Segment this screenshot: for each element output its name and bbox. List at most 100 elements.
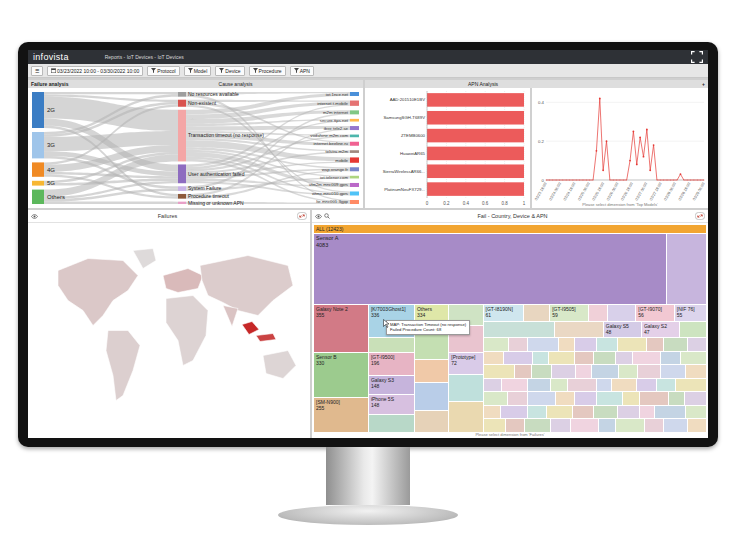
cause-node[interactable] bbox=[178, 194, 186, 199]
data-point[interactable] bbox=[659, 179, 661, 181]
apn-node[interactable] bbox=[350, 167, 359, 171]
treemap-cell[interactable] bbox=[647, 338, 663, 351]
treemap-root[interactable]: ALL (12423) bbox=[314, 225, 706, 233]
treemap-cell[interactable] bbox=[686, 365, 706, 378]
treemap-cell[interactable] bbox=[645, 419, 663, 432]
treemap-cell[interactable] bbox=[509, 338, 527, 351]
treemap-cell[interactable] bbox=[484, 338, 509, 351]
treemap-cell[interactable]: Sensor B330 bbox=[314, 353, 368, 397]
treemap-cell[interactable] bbox=[528, 338, 558, 351]
apn-node[interactable] bbox=[350, 157, 359, 162]
apn-node[interactable] bbox=[350, 176, 359, 179]
treemap-cell[interactable] bbox=[688, 419, 706, 432]
treemap-cell[interactable] bbox=[528, 379, 549, 392]
treemap-cell[interactable] bbox=[551, 419, 571, 432]
filter-button[interactable]: Protocol bbox=[147, 66, 179, 76]
treemap-cell[interactable] bbox=[559, 338, 573, 351]
fullscreen-button[interactable] bbox=[691, 51, 703, 63]
treemap-cell[interactable] bbox=[484, 379, 502, 392]
apn-node[interactable] bbox=[350, 200, 359, 204]
treemap-cell[interactable]: Galaxy Note 2355 bbox=[314, 305, 368, 352]
apn-node[interactable] bbox=[350, 135, 359, 138]
treemap-cell[interactable] bbox=[688, 338, 706, 351]
treemap-cell[interactable] bbox=[524, 305, 549, 321]
treemap-cell[interactable] bbox=[449, 375, 482, 401]
data-point[interactable] bbox=[579, 179, 581, 181]
treemap-cell[interactable]: [GT-I9505]59 bbox=[550, 305, 588, 321]
data-point[interactable] bbox=[616, 179, 618, 181]
map-region[interactable] bbox=[223, 306, 238, 327]
data-point[interactable] bbox=[569, 179, 571, 181]
map-region[interactable] bbox=[263, 351, 296, 379]
data-point[interactable] bbox=[572, 179, 574, 181]
treemap-cell[interactable] bbox=[637, 379, 657, 392]
cause-node[interactable] bbox=[178, 186, 186, 191]
apn-node[interactable] bbox=[350, 92, 359, 96]
treemap-cell[interactable] bbox=[502, 379, 527, 392]
eye-icon[interactable] bbox=[31, 214, 38, 219]
treemap-cell[interactable] bbox=[571, 419, 598, 432]
treemap-cell[interactable] bbox=[575, 352, 593, 365]
data-point[interactable] bbox=[575, 179, 577, 181]
treemap-cell[interactable] bbox=[612, 379, 635, 392]
map-region[interactable] bbox=[242, 322, 259, 335]
treemap-cell[interactable] bbox=[655, 406, 685, 419]
treemap-cell[interactable] bbox=[484, 406, 500, 419]
treemap-cell[interactable] bbox=[532, 365, 552, 378]
map-region[interactable] bbox=[133, 249, 156, 269]
treemap-cell[interactable] bbox=[669, 392, 683, 405]
data-point[interactable] bbox=[548, 179, 550, 181]
treemap-cell[interactable]: [GT-I9070]56 bbox=[636, 305, 674, 321]
treemap-cell[interactable]: [NIF 76]55 bbox=[675, 305, 706, 321]
treemap-cell[interactable] bbox=[369, 415, 414, 432]
data-point[interactable] bbox=[612, 179, 614, 181]
treemap-cell[interactable] bbox=[680, 322, 706, 337]
treemap-cell[interactable] bbox=[504, 352, 532, 365]
cause-node[interactable] bbox=[178, 110, 186, 162]
treemap-cell[interactable] bbox=[686, 406, 706, 419]
data-point[interactable] bbox=[666, 179, 668, 181]
map-region[interactable] bbox=[163, 269, 203, 293]
data-point[interactable] bbox=[582, 179, 584, 181]
treemap-cell[interactable]: Galaxy S3148 bbox=[369, 376, 414, 395]
treemap-cell[interactable] bbox=[589, 305, 608, 321]
apn-node[interactable] bbox=[350, 142, 359, 146]
treemap-cell[interactable] bbox=[575, 392, 596, 405]
treemap-cell[interactable] bbox=[506, 419, 524, 432]
treemap-cell[interactable] bbox=[551, 379, 567, 392]
source-node[interactable] bbox=[32, 162, 44, 176]
treemap-cell[interactable] bbox=[484, 352, 504, 365]
treemap-cell[interactable] bbox=[528, 406, 546, 419]
treemap-cell[interactable] bbox=[594, 352, 615, 365]
bar[interactable] bbox=[427, 129, 524, 143]
treemap-cell[interactable] bbox=[661, 365, 686, 378]
treemap-cell[interactable] bbox=[619, 365, 637, 378]
treemap-cell[interactable] bbox=[685, 392, 706, 405]
treemap-cell[interactable] bbox=[597, 338, 617, 351]
funnel-icon[interactable] bbox=[188, 68, 193, 73]
data-point[interactable] bbox=[643, 156, 645, 158]
logo[interactable]: infovista bbox=[33, 51, 69, 63]
apn-node[interactable] bbox=[350, 126, 359, 130]
data-point[interactable] bbox=[552, 179, 554, 181]
add-button[interactable]: + bbox=[702, 81, 705, 87]
treemap-cell[interactable] bbox=[594, 406, 617, 419]
source-node[interactable] bbox=[32, 92, 44, 128]
data-point[interactable] bbox=[669, 179, 671, 181]
treemap-cell[interactable] bbox=[533, 352, 547, 365]
treemap-cell[interactable] bbox=[573, 406, 593, 419]
data-point[interactable] bbox=[663, 179, 665, 181]
cause-node[interactable] bbox=[178, 92, 186, 97]
treemap-cell[interactable] bbox=[616, 352, 632, 365]
world-map[interactable] bbox=[28, 223, 310, 438]
treemap-cell[interactable] bbox=[576, 365, 590, 378]
funnel-icon[interactable] bbox=[151, 68, 156, 73]
data-point[interactable] bbox=[703, 179, 705, 181]
map-region[interactable] bbox=[256, 334, 276, 342]
eye-icon[interactable] bbox=[315, 214, 322, 219]
source-node[interactable] bbox=[32, 181, 44, 186]
treemap-cell[interactable] bbox=[623, 392, 639, 405]
treemap-cell[interactable] bbox=[484, 322, 554, 337]
treemap-cell[interactable]: [Prototype]72 bbox=[449, 353, 482, 375]
expand-icon[interactable] bbox=[297, 212, 307, 220]
